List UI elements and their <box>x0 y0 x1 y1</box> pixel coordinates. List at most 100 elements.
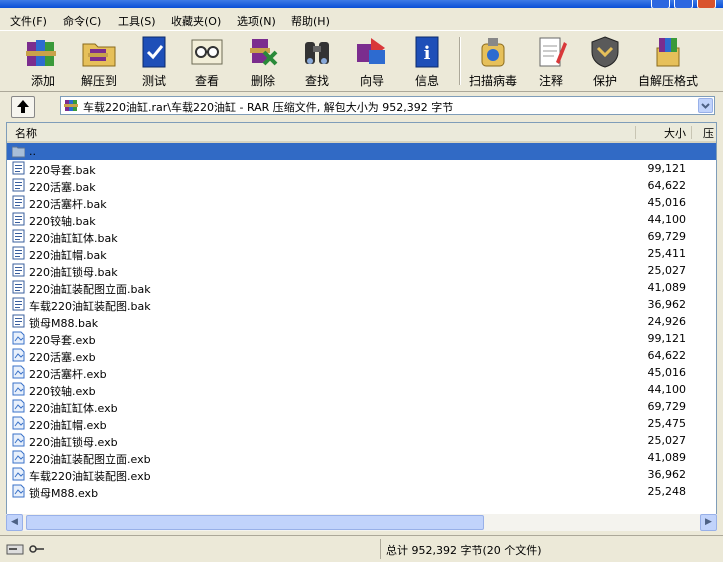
column-packed-header[interactable]: 压 <box>703 125 714 141</box>
menu-commands[interactable]: 命令(C) <box>63 13 101 29</box>
drive-key-icon <box>6 544 44 555</box>
file-list: 名称 大小 压 .. 220导套.bak 99,121 220活塞.bak 64,622… <box>6 122 717 531</box>
table-row[interactable]: 220油缸锁母.bak 25,027 <box>7 262 716 279</box>
file-size: 25,027 <box>647 264 687 277</box>
bak-file-icon <box>12 195 25 209</box>
table-row[interactable]: 220铰轴.bak 44,100 <box>7 211 716 228</box>
file-size: 64,622 <box>647 179 687 192</box>
file-size: 25,248 <box>647 485 687 498</box>
toolbar-separator <box>459 37 461 85</box>
shield-icon <box>591 36 619 68</box>
column-divider[interactable] <box>691 126 692 139</box>
file-name: 220活塞.bak <box>29 181 96 194</box>
table-row[interactable]: 220油缸锁母.exb 25,027 <box>7 432 716 449</box>
file-size: 69,729 <box>647 230 687 243</box>
menu-help[interactable]: 帮助(H) <box>291 13 330 29</box>
binoculars-icon <box>305 42 329 64</box>
bak-file-icon <box>12 229 25 243</box>
file-size: 99,121 <box>647 332 687 345</box>
bak-file-icon <box>12 280 25 294</box>
table-row[interactable]: 锁母M88.bak 24,926 <box>7 313 716 330</box>
sfx-button[interactable]: 自解压格式 <box>636 34 700 88</box>
menu-bar: 文件(F) 命令(C) 工具(S) 收藏夹(O) 选项(N) 帮助(H) <box>0 10 723 30</box>
table-row[interactable]: 220油缸装配图立面.exb 41,089 <box>7 449 716 466</box>
file-name: 车载220油缸装配图.exb <box>29 470 151 483</box>
status-bar: 总计 952,392 字节(20 个文件) <box>0 535 723 562</box>
table-row[interactable]: 220油缸帽.bak 25,411 <box>7 245 716 262</box>
virus-scan-button[interactable]: 扫描病毒 <box>466 34 520 88</box>
exb-file-icon <box>12 484 25 498</box>
menu-options[interactable]: 选项(N) <box>237 13 276 29</box>
address-path[interactable]: 车载220油缸.rar\车载220油缸 - RAR 压缩文件, 解包大小为 95… <box>60 96 715 115</box>
folder-extract-icon <box>82 43 116 67</box>
scroll-left-button[interactable]: ◀ <box>6 514 23 531</box>
table-row[interactable]: 220油缸缸体.bak 69,729 <box>7 228 716 245</box>
minimize-button[interactable] <box>651 0 670 8</box>
bak-file-icon <box>12 314 25 328</box>
table-row[interactable]: 220油缸缸体.exb 69,729 <box>7 398 716 415</box>
file-name: 220铰轴.exb <box>29 385 96 398</box>
comment-button[interactable]: 注释 <box>526 34 576 88</box>
horizontal-scrollbar[interactable]: ◀ ▶ <box>6 514 717 531</box>
svg-text:i: i <box>424 43 431 64</box>
file-name: 220铰轴.bak <box>29 215 96 228</box>
table-row[interactable]: .. <box>7 143 716 160</box>
table-row[interactable]: 220活塞杆.exb 45,016 <box>7 364 716 381</box>
add-button[interactable]: 添加 <box>18 34 68 88</box>
info-button[interactable]: i 信息 <box>402 34 452 88</box>
test-book-icon <box>142 36 166 68</box>
bak-file-icon <box>12 297 25 311</box>
file-size: 69,729 <box>647 400 687 413</box>
scroll-thumb[interactable] <box>26 515 484 530</box>
file-name: 220活塞.exb <box>29 351 96 364</box>
menu-file[interactable]: 文件(F) <box>10 13 47 29</box>
sfx-icon <box>656 38 680 67</box>
bak-file-icon <box>12 263 25 277</box>
table-row[interactable]: 220活塞.bak 64,622 <box>7 177 716 194</box>
info-icon: i <box>415 36 439 68</box>
file-size: 25,475 <box>647 417 687 430</box>
table-row[interactable]: 220活塞.exb 64,622 <box>7 347 716 364</box>
file-name: 220油缸缸体.exb <box>29 402 118 415</box>
column-divider[interactable] <box>635 126 636 139</box>
file-name: 220油缸装配图立面.bak <box>29 283 151 296</box>
file-name: 220油缸装配图立面.exb <box>29 453 151 466</box>
wizard-button[interactable]: 向导 <box>347 34 397 88</box>
table-row[interactable]: 220油缸装配图立面.bak 41,089 <box>7 279 716 296</box>
file-size: 99,121 <box>647 162 687 175</box>
address-dropdown-button[interactable] <box>698 98 713 113</box>
table-row[interactable]: 车载220油缸装配图.exb 36,962 <box>7 466 716 483</box>
books-add-icon <box>26 40 56 66</box>
menu-tools[interactable]: 工具(S) <box>118 13 156 29</box>
table-row[interactable]: 220导套.exb 99,121 <box>7 330 716 347</box>
file-size: 41,089 <box>647 281 687 294</box>
view-button[interactable]: 查看 <box>182 34 232 88</box>
file-size: 25,411 <box>647 247 687 260</box>
maximize-button[interactable] <box>674 0 693 8</box>
exb-file-icon <box>12 348 25 362</box>
table-row[interactable]: 220活塞杆.bak 45,016 <box>7 194 716 211</box>
file-name: .. <box>29 145 36 158</box>
table-row[interactable]: 锁母M88.exb 25,248 <box>7 483 716 500</box>
delete-icon <box>250 39 278 66</box>
file-size: 44,100 <box>647 213 687 226</box>
scroll-right-button[interactable]: ▶ <box>700 514 717 531</box>
close-button[interactable] <box>697 0 716 8</box>
up-folder-button[interactable] <box>11 96 35 118</box>
test-button[interactable]: 测试 <box>129 34 179 88</box>
table-row[interactable]: 220铰轴.exb 44,100 <box>7 381 716 398</box>
table-row[interactable]: 220油缸帽.exb 25,475 <box>7 415 716 432</box>
find-button[interactable]: 查找 <box>292 34 342 88</box>
menu-favorites[interactable]: 收藏夹(O) <box>171 13 221 29</box>
file-name: 220油缸锁母.exb <box>29 436 118 449</box>
up-arrow-icon <box>17 100 29 113</box>
table-row[interactable]: 车载220油缸装配图.bak 36,962 <box>7 296 716 313</box>
column-name-header[interactable]: 名称 <box>15 125 37 141</box>
extract-to-button[interactable]: 解压到 <box>74 34 124 88</box>
table-row[interactable]: 220导套.bak 99,121 <box>7 160 716 177</box>
bak-file-icon <box>12 161 25 175</box>
delete-button[interactable]: 删除 <box>238 34 288 88</box>
protect-button[interactable]: 保护 <box>580 34 630 88</box>
column-size-header[interactable]: 大小 <box>664 125 686 141</box>
glasses-view-icon <box>191 39 223 65</box>
